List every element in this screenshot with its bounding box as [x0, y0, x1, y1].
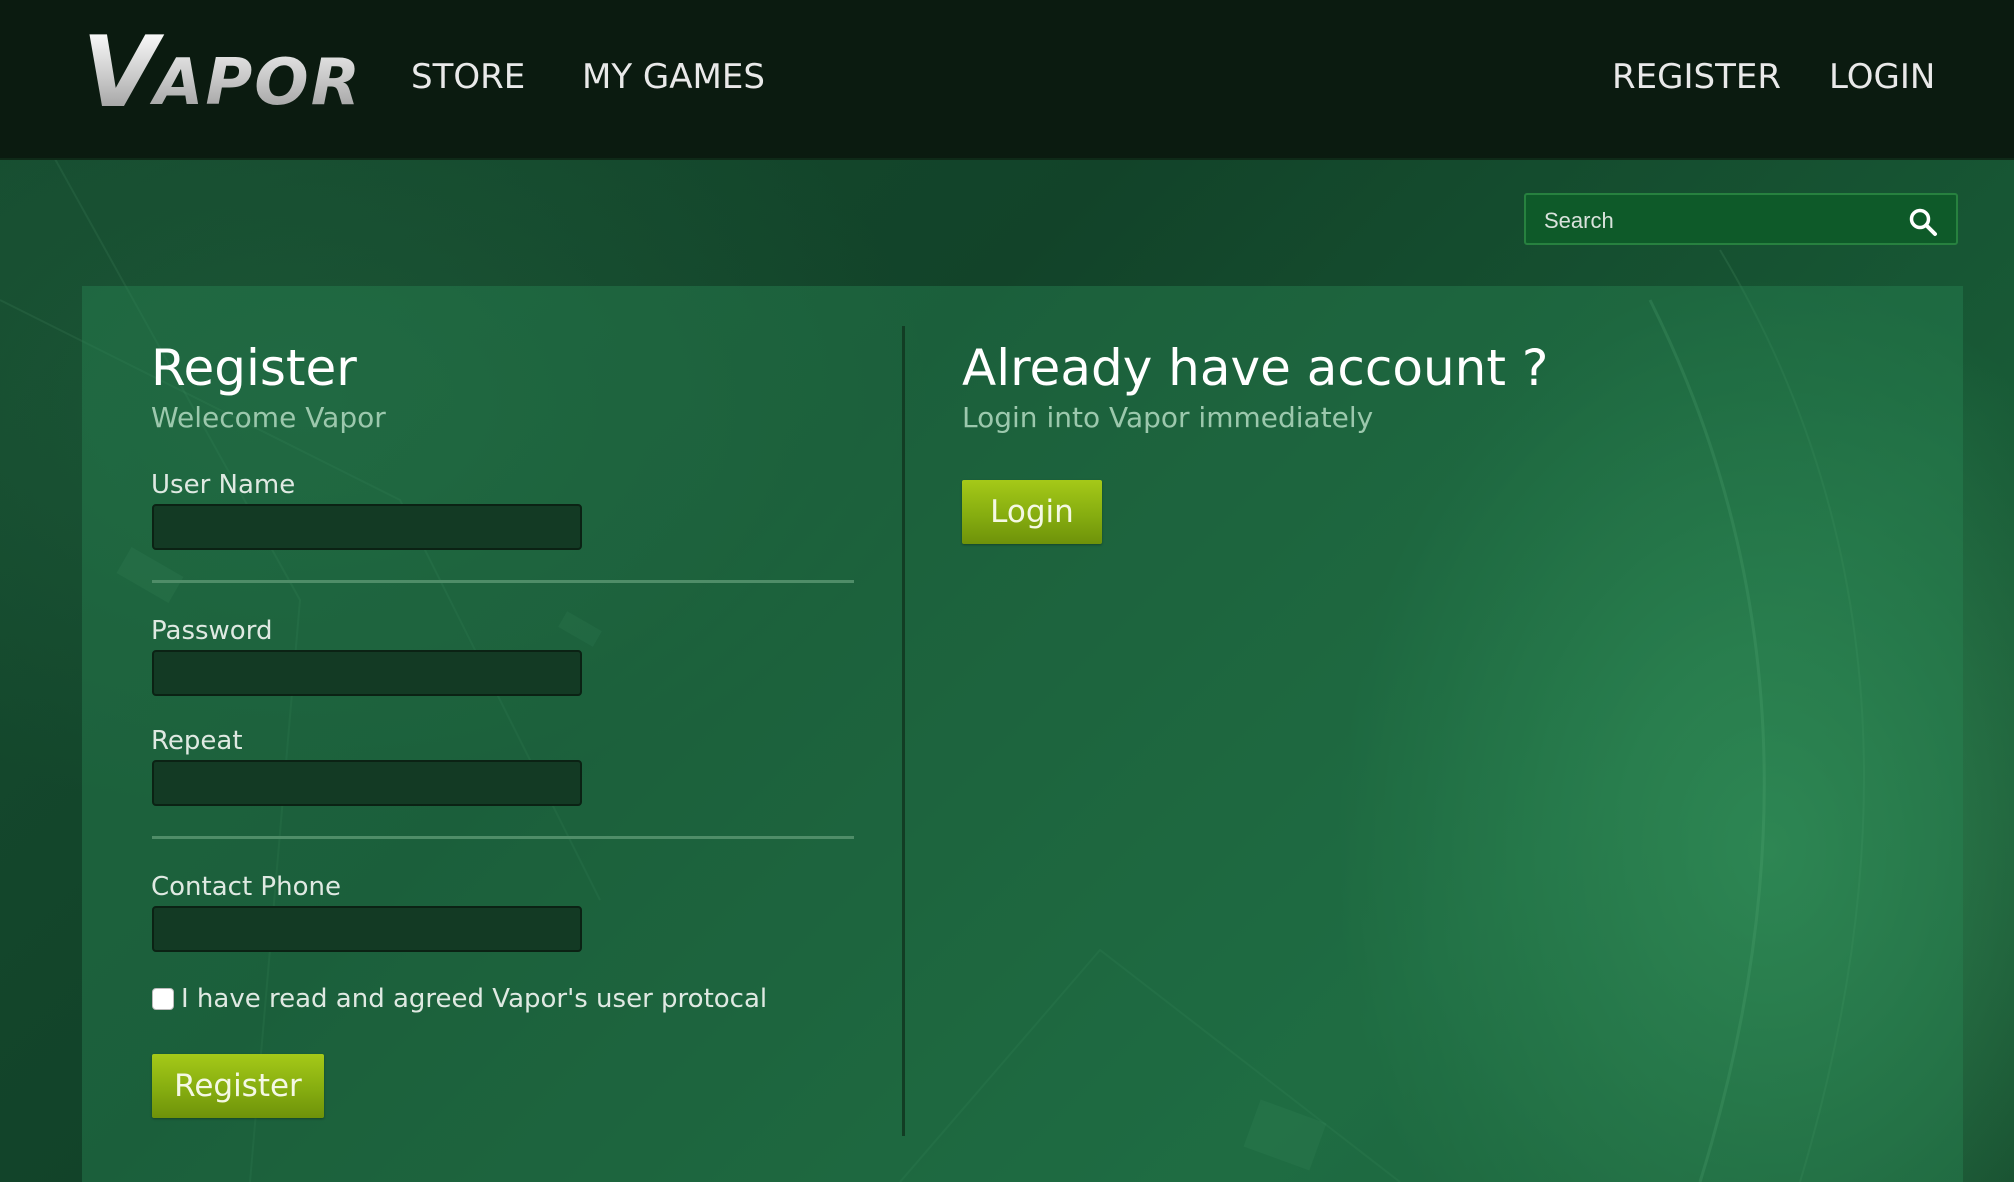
- register-title: Register: [151, 339, 357, 397]
- agreement-checkbox[interactable]: [152, 988, 174, 1010]
- contact-phone-field[interactable]: [152, 906, 582, 952]
- logo-first-letter: V: [82, 16, 160, 130]
- register-subtitle: Welecome Vapor: [151, 401, 386, 434]
- main-panel: Register Welecome Vapor User Name Passwo…: [82, 286, 1963, 1182]
- agreement-label: I have read and agreed Vapor's user prot…: [181, 984, 768, 1014]
- column-divider: [902, 326, 905, 1136]
- logo-rest: APOR: [153, 46, 362, 120]
- username-field[interactable]: [152, 504, 582, 550]
- search-input[interactable]: [1542, 203, 1906, 239]
- username-label: User Name: [151, 470, 296, 500]
- section-divider: [152, 836, 854, 839]
- search-box: [1524, 193, 1958, 245]
- top-navigation-bar: V APOR STORE MY GAMES REGISTER LOGIN: [0, 0, 2014, 160]
- nav-store-link[interactable]: STORE: [411, 52, 525, 102]
- password-field[interactable]: [152, 650, 582, 696]
- password-label: Password: [151, 616, 273, 646]
- repeat-password-label: Repeat: [151, 726, 243, 756]
- contact-phone-label: Contact Phone: [151, 872, 341, 902]
- nav-register-link[interactable]: REGISTER: [1612, 52, 1781, 102]
- login-button[interactable]: Login: [962, 480, 1102, 544]
- login-section-title: Already have account ?: [962, 339, 1549, 397]
- login-section-subtitle: Login into Vapor immediately: [962, 401, 1374, 434]
- nav-login-link[interactable]: LOGIN: [1829, 52, 1935, 102]
- repeat-password-field[interactable]: [152, 760, 582, 806]
- vapor-logo[interactable]: V APOR: [82, 28, 362, 118]
- section-divider: [152, 580, 854, 583]
- register-button[interactable]: Register: [152, 1054, 324, 1118]
- nav-my-games-link[interactable]: MY GAMES: [582, 52, 765, 102]
- search-icon[interactable]: [1908, 207, 1938, 237]
